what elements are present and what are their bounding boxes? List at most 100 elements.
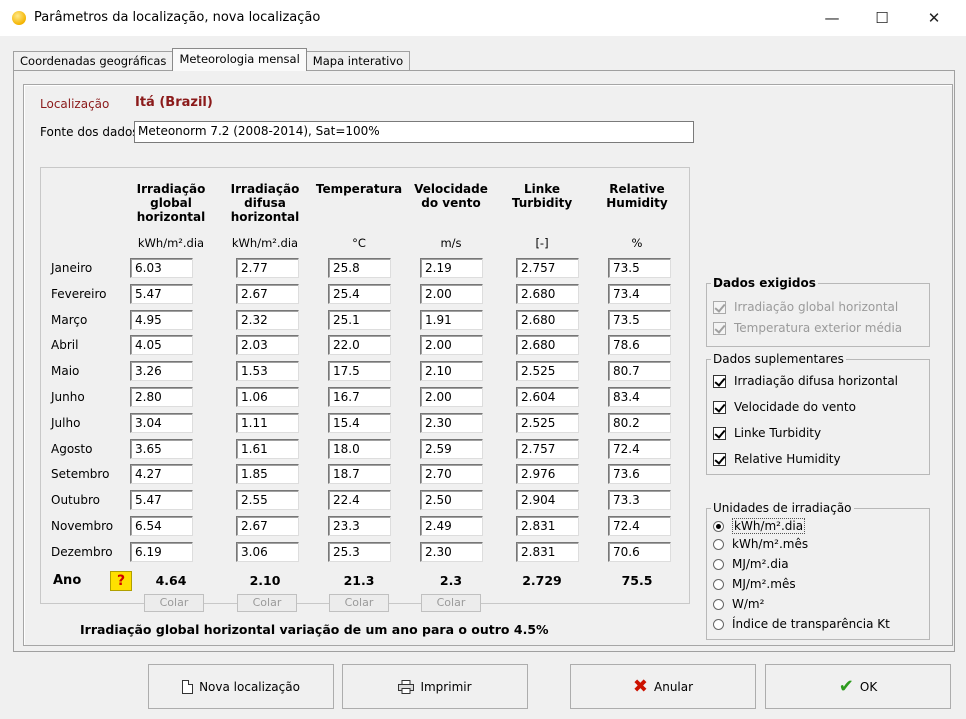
- unit-radio-kwh-day[interactable]: kWh/m².dia: [713, 518, 806, 534]
- cell-global-irradiation[interactable]: 6.54: [130, 516, 193, 536]
- paste-temperature-button[interactable]: Colar: [329, 594, 389, 612]
- cell-diffuse-irradiation[interactable]: 1.06: [236, 387, 299, 407]
- cell-relative-humidity[interactable]: 72.4: [608, 439, 671, 459]
- cell-diffuse-irradiation[interactable]: 1.53: [236, 361, 299, 381]
- paste-diffuse-button[interactable]: Colar: [237, 594, 297, 612]
- tab-monthly-meteo[interactable]: Meteorologia mensal: [172, 48, 307, 71]
- cell-temperature[interactable]: 25.4: [328, 284, 391, 304]
- cell-wind-speed[interactable]: 2.00: [420, 387, 483, 407]
- cell-global-irradiation[interactable]: 6.03: [130, 258, 193, 278]
- cell-relative-humidity[interactable]: 83.4: [608, 387, 671, 407]
- cell-relative-humidity[interactable]: 72.4: [608, 516, 671, 536]
- paste-wind-button[interactable]: Colar: [421, 594, 481, 612]
- radio-dot[interactable]: [713, 538, 724, 550]
- cell-global-irradiation[interactable]: 3.65: [130, 439, 193, 459]
- cell-temperature[interactable]: 23.3: [328, 516, 391, 536]
- cell-wind-speed[interactable]: 2.30: [420, 542, 483, 562]
- cell-relative-humidity[interactable]: 80.7: [608, 361, 671, 381]
- cell-temperature[interactable]: 25.1: [328, 310, 391, 330]
- cell-linke-turbidity[interactable]: 2.525: [516, 413, 579, 433]
- cell-temperature[interactable]: 17.5: [328, 361, 391, 381]
- cell-global-irradiation[interactable]: 3.04: [130, 413, 193, 433]
- cell-linke-turbidity[interactable]: 2.904: [516, 490, 579, 510]
- unit-radio-mj-day[interactable]: MJ/m².dia: [713, 557, 789, 571]
- cell-global-irradiation[interactable]: 2.80: [130, 387, 193, 407]
- radio-dot[interactable]: [713, 598, 724, 610]
- paste-global-button[interactable]: Colar: [144, 594, 204, 612]
- cell-diffuse-irradiation[interactable]: 2.32: [236, 310, 299, 330]
- cell-relative-humidity[interactable]: 73.3: [608, 490, 671, 510]
- cell-wind-speed[interactable]: 2.10: [420, 361, 483, 381]
- checkbox-box[interactable]: [713, 452, 726, 466]
- cancel-button[interactable]: ✖ Anular: [570, 664, 756, 709]
- cell-relative-humidity[interactable]: 70.6: [608, 542, 671, 562]
- cell-linke-turbidity[interactable]: 2.757: [516, 439, 579, 459]
- close-button[interactable]: ✕: [914, 6, 954, 30]
- radio-dot[interactable]: [713, 558, 724, 570]
- checkbox-box[interactable]: [713, 400, 726, 414]
- cell-wind-speed[interactable]: 2.49: [420, 516, 483, 536]
- cell-relative-humidity[interactable]: 78.6: [608, 335, 671, 355]
- cell-linke-turbidity[interactable]: 2.976: [516, 464, 579, 484]
- cell-linke-turbidity[interactable]: 2.680: [516, 310, 579, 330]
- cell-wind-speed[interactable]: 2.30: [420, 413, 483, 433]
- cell-wind-speed[interactable]: 2.00: [420, 284, 483, 304]
- checkbox-box[interactable]: [713, 374, 726, 388]
- cell-global-irradiation[interactable]: 4.05: [130, 335, 193, 355]
- cell-diffuse-irradiation[interactable]: 2.55: [236, 490, 299, 510]
- cell-wind-speed[interactable]: 2.70: [420, 464, 483, 484]
- relative-humidity-checkbox[interactable]: Relative Humidity: [713, 452, 841, 466]
- cell-diffuse-irradiation[interactable]: 3.06: [236, 542, 299, 562]
- unit-radio-kwh-month[interactable]: kWh/m².mês: [713, 537, 808, 551]
- cell-temperature[interactable]: 25.3: [328, 542, 391, 562]
- cell-linke-turbidity[interactable]: 2.604: [516, 387, 579, 407]
- cell-diffuse-irradiation[interactable]: 2.67: [236, 284, 299, 304]
- cell-global-irradiation[interactable]: 4.95: [130, 310, 193, 330]
- cell-wind-speed[interactable]: 2.59: [420, 439, 483, 459]
- minimize-button[interactable]: —: [812, 6, 852, 30]
- maximize-button[interactable]: ☐: [862, 6, 902, 30]
- cell-relative-humidity[interactable]: 73.4: [608, 284, 671, 304]
- cell-diffuse-irradiation[interactable]: 1.85: [236, 464, 299, 484]
- unit-radio-kt-index[interactable]: Índice de transparência Kt: [713, 617, 890, 631]
- wind-speed-checkbox[interactable]: Velocidade do vento: [713, 400, 856, 414]
- cell-diffuse-irradiation[interactable]: 2.67: [236, 516, 299, 536]
- cell-global-irradiation[interactable]: 6.19: [130, 542, 193, 562]
- tab-interactive-map[interactable]: Mapa interativo: [305, 51, 411, 71]
- cell-relative-humidity[interactable]: 73.5: [608, 258, 671, 278]
- cell-temperature[interactable]: 22.4: [328, 490, 391, 510]
- cell-wind-speed[interactable]: 2.19: [420, 258, 483, 278]
- cell-global-irradiation[interactable]: 4.27: [130, 464, 193, 484]
- cell-relative-humidity[interactable]: 73.5: [608, 310, 671, 330]
- cell-wind-speed[interactable]: 2.50: [420, 490, 483, 510]
- radio-dot[interactable]: [713, 618, 724, 630]
- cell-wind-speed[interactable]: 2.00: [420, 335, 483, 355]
- cell-linke-turbidity[interactable]: 2.680: [516, 284, 579, 304]
- source-input[interactable]: Meteonorm 7.2 (2008-2014), Sat=100%: [134, 121, 694, 143]
- cell-linke-turbidity[interactable]: 2.831: [516, 542, 579, 562]
- cell-global-irradiation[interactable]: 5.47: [130, 490, 193, 510]
- cell-diffuse-irradiation[interactable]: 2.03: [236, 335, 299, 355]
- cell-relative-humidity[interactable]: 80.2: [608, 413, 671, 433]
- unit-radio-mj-month[interactable]: MJ/m².mês: [713, 577, 796, 591]
- cell-linke-turbidity[interactable]: 2.757: [516, 258, 579, 278]
- print-button[interactable]: Imprimir: [342, 664, 528, 709]
- cell-temperature[interactable]: 18.0: [328, 439, 391, 459]
- unit-radio-w-m2[interactable]: W/m²: [713, 597, 764, 611]
- cell-linke-turbidity[interactable]: 2.831: [516, 516, 579, 536]
- cell-global-irradiation[interactable]: 5.47: [130, 284, 193, 304]
- cell-diffuse-irradiation[interactable]: 2.77: [236, 258, 299, 278]
- linke-turbidity-checkbox[interactable]: Linke Turbidity: [713, 426, 821, 440]
- cell-temperature[interactable]: 15.4: [328, 413, 391, 433]
- cell-diffuse-irradiation[interactable]: 1.61: [236, 439, 299, 459]
- ok-button[interactable]: ✔ OK: [765, 664, 951, 709]
- cell-temperature[interactable]: 25.8: [328, 258, 391, 278]
- cell-temperature[interactable]: 22.0: [328, 335, 391, 355]
- cell-temperature[interactable]: 16.7: [328, 387, 391, 407]
- cell-wind-speed[interactable]: 1.91: [420, 310, 483, 330]
- cell-diffuse-irradiation[interactable]: 1.11: [236, 413, 299, 433]
- checkbox-box[interactable]: [713, 426, 726, 440]
- radio-dot[interactable]: [713, 520, 724, 532]
- new-location-button[interactable]: Nova localização: [148, 664, 334, 709]
- tab-geographic-coordinates[interactable]: Coordenadas geográficas: [13, 51, 174, 71]
